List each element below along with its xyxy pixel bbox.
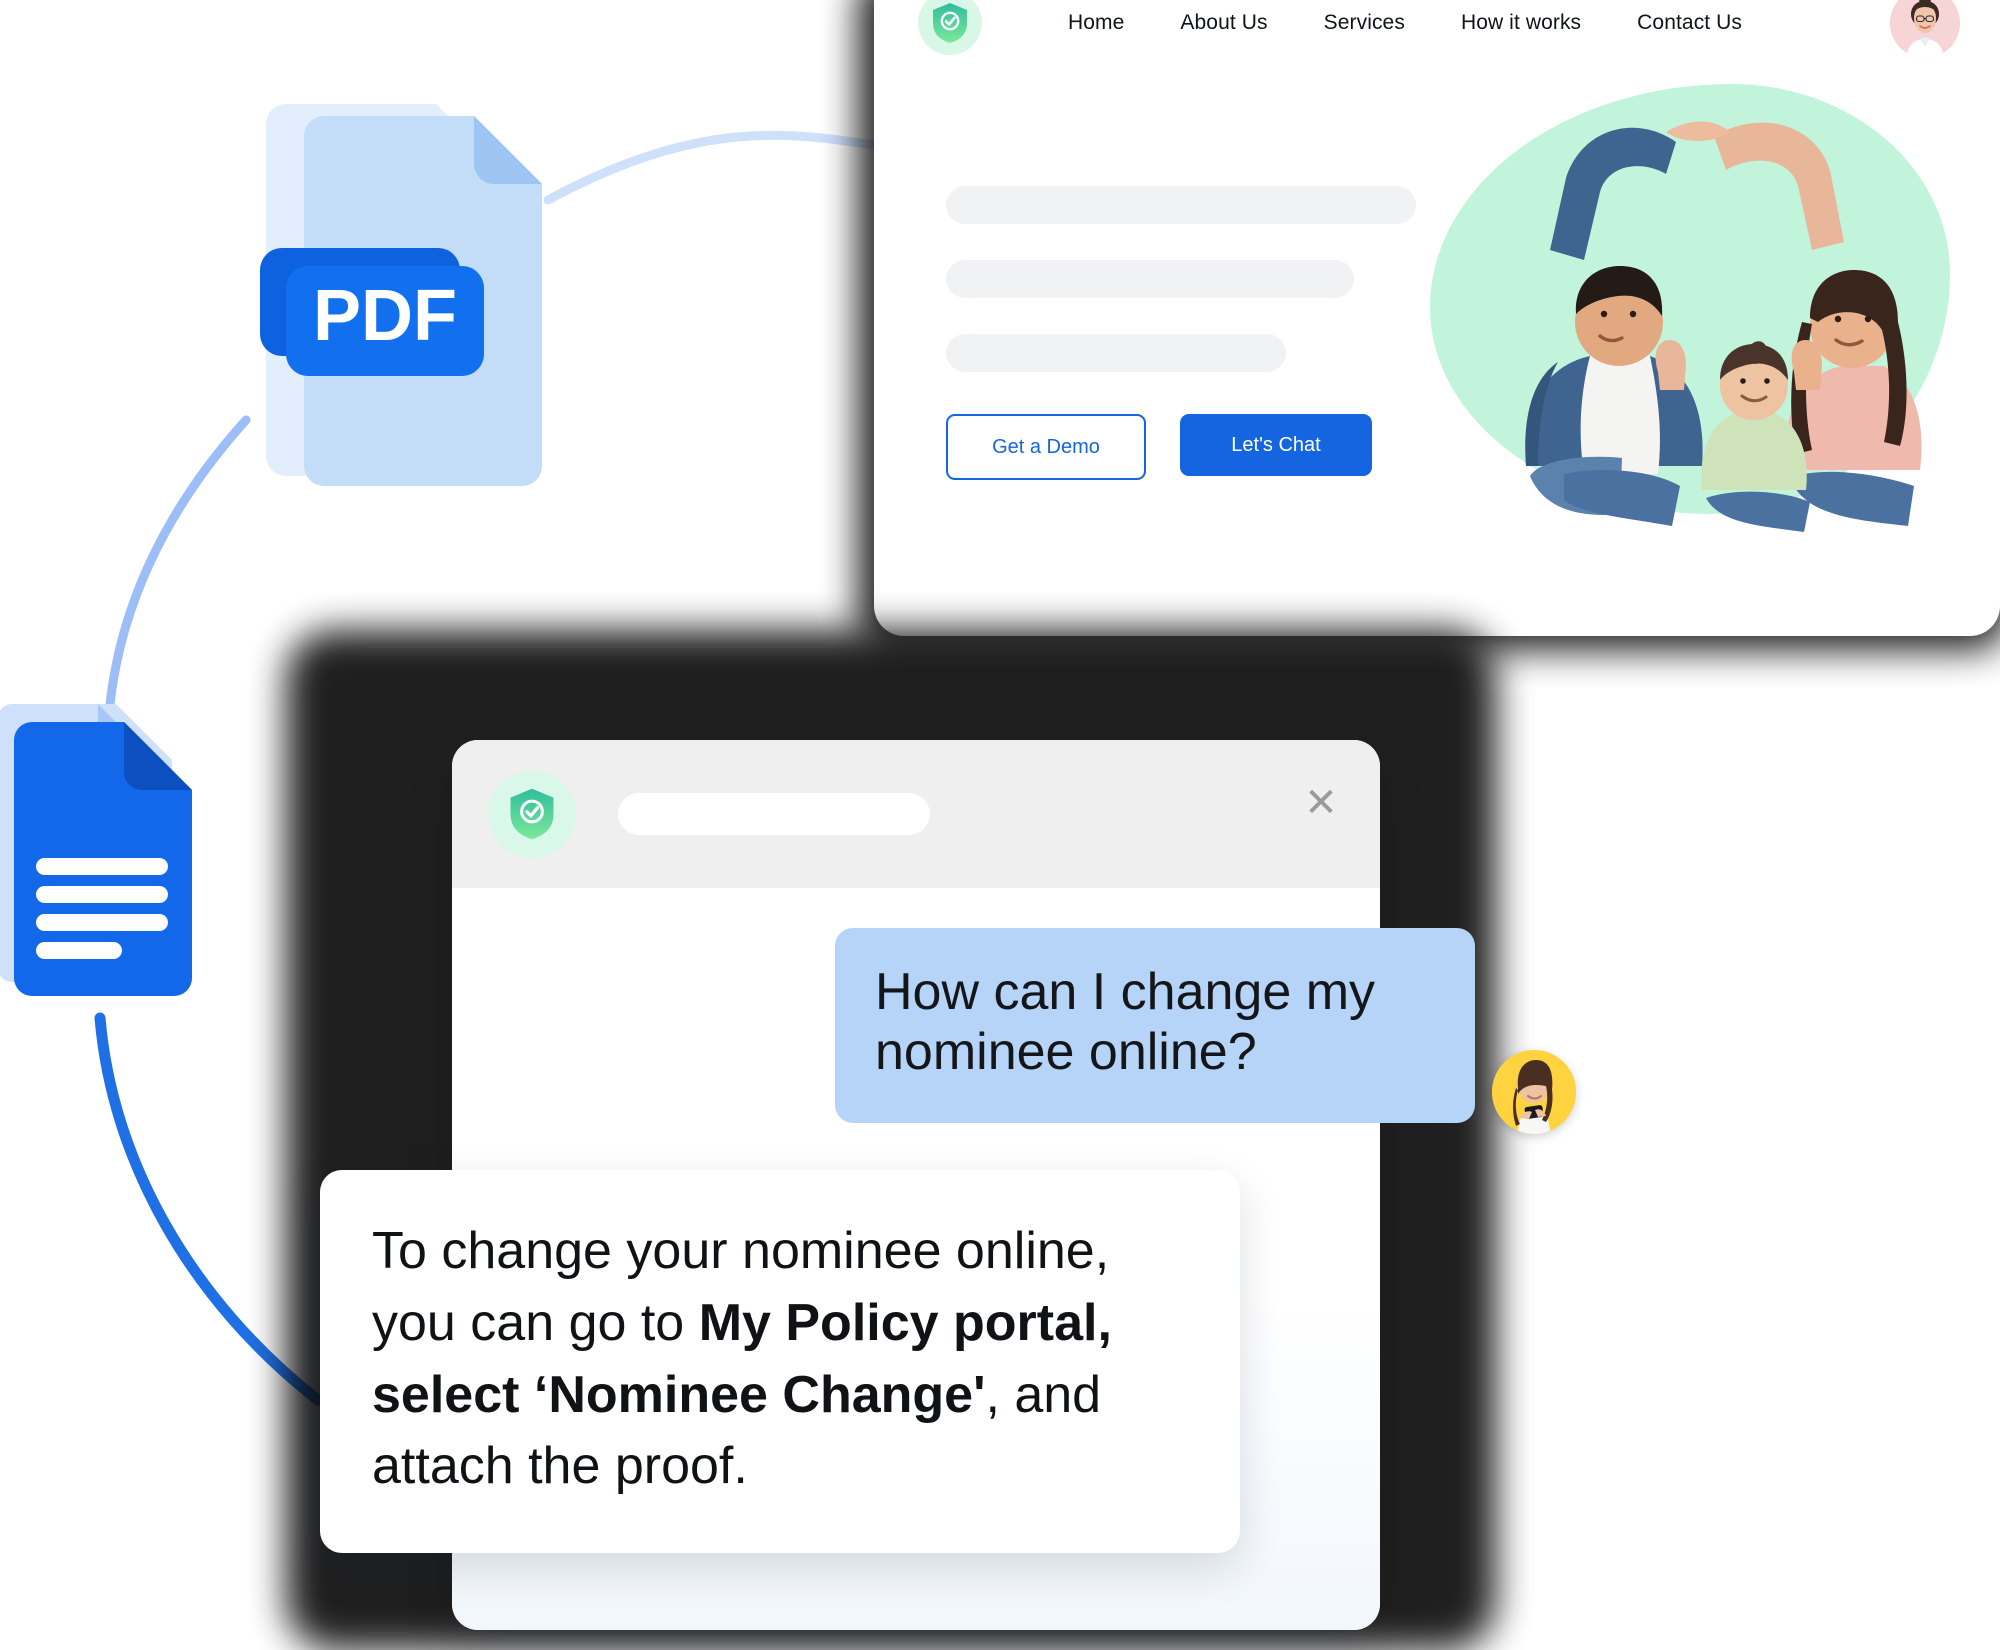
site-window: Home About Us Services How it works Cont… [874, 0, 2000, 636]
nav-item-how-it-works[interactable]: How it works [1461, 11, 1581, 35]
skeleton-line [946, 260, 1354, 298]
hero-text-skeleton [946, 186, 1416, 372]
site-navbar: Home About Us Services How it works Cont… [874, 0, 2000, 82]
skeleton-line [946, 186, 1416, 224]
shield-check-icon [918, 0, 982, 55]
shield-check-icon [488, 770, 576, 858]
chat-message-bot: To change your nominee online, you can g… [320, 1170, 1240, 1553]
close-icon[interactable]: ✕ [1300, 782, 1342, 824]
chat-message-user: How can I change my nominee online? [835, 928, 1475, 1123]
chat-header: ✕ [452, 740, 1380, 888]
chat-title-skeleton [618, 793, 930, 835]
nav-item-about-us[interactable]: About Us [1180, 11, 1267, 35]
get-a-demo-button[interactable]: Get a Demo [946, 414, 1146, 480]
pdf-label: PDF [313, 276, 457, 356]
document-file-icon [0, 700, 218, 1000]
connector-pdf-to-site [543, 130, 885, 205]
woman-with-phone-avatar [1492, 1050, 1576, 1134]
nav-item-contact-us[interactable]: Contact Us [1637, 11, 1742, 35]
nav-item-services[interactable]: Services [1324, 11, 1405, 35]
family-photo-illustration [1414, 74, 1974, 544]
site-nav-links: Home About Us Services How it works Cont… [1068, 11, 1742, 35]
illustration-stage: PDF Home About Us Services How it works … [0, 0, 2000, 1650]
nav-item-home[interactable]: Home [1068, 11, 1124, 35]
hero-actions: Get a Demo Let's Chat [946, 414, 1372, 480]
lets-chat-button[interactable]: Let's Chat [1180, 414, 1372, 476]
pdf-file-icon: PDF [246, 96, 556, 486]
skeleton-line [946, 334, 1286, 372]
avatar[interactable] [1890, 0, 1960, 58]
